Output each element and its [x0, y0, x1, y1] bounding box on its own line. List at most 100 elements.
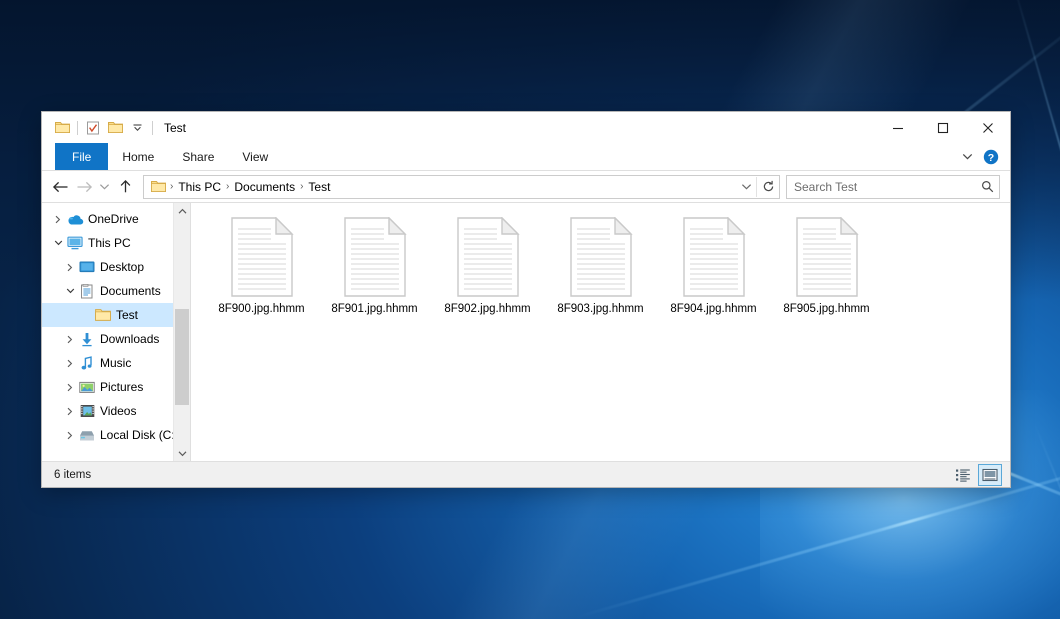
- pictures-icon: [78, 375, 96, 399]
- file-item[interactable]: 8F902.jpg.hhmm: [431, 217, 544, 335]
- breadcrumb-separator[interactable]: ›: [224, 181, 231, 192]
- sidebar-item-downloads[interactable]: Downloads: [42, 327, 190, 351]
- folder-icon[interactable]: [51, 117, 73, 139]
- window-controls: [875, 112, 1010, 143]
- sidebar-item-pictures[interactable]: Pictures: [42, 375, 190, 399]
- file-name-label: 8F903.jpg.hhmm: [557, 303, 643, 315]
- scroll-up-icon[interactable]: [174, 203, 190, 219]
- chevron-right-icon[interactable]: [62, 327, 78, 351]
- maximize-button[interactable]: [920, 112, 965, 143]
- tab-view[interactable]: View: [228, 143, 282, 170]
- file-explorer-window: Test File Home Share View: [42, 112, 1010, 487]
- videos-film-icon: [78, 399, 96, 423]
- sidebar-item-documents[interactable]: Documents: [42, 279, 190, 303]
- sidebar-item-desktop[interactable]: Desktop: [42, 255, 190, 279]
- breadcrumb-item-this-pc[interactable]: This PC: [175, 180, 224, 194]
- status-bar: 6 items: [42, 461, 1010, 487]
- file-item[interactable]: 8F903.jpg.hhmm: [544, 217, 657, 335]
- chevron-right-icon[interactable]: [50, 207, 66, 231]
- desktop-icon: [78, 255, 96, 279]
- sidebar-item-label: Documents: [100, 284, 161, 298]
- scroll-down-icon[interactable]: [174, 445, 190, 461]
- file-list-view[interactable]: 8F900.jpg.hhmm: [191, 203, 1010, 461]
- sidebar-scrollbar[interactable]: [173, 203, 190, 461]
- chevron-down-icon[interactable]: [737, 177, 756, 197]
- forward-arrow-icon[interactable]: [72, 175, 96, 199]
- large-icons-view-button[interactable]: [978, 464, 1002, 486]
- close-button[interactable]: [965, 112, 1010, 143]
- toolbar-divider: [77, 121, 78, 135]
- item-count-label: 6 items: [54, 469, 91, 481]
- search-icon[interactable]: [981, 180, 994, 193]
- quick-access-toolbar: [42, 117, 157, 139]
- sidebar-item-this-pc[interactable]: This PC: [42, 231, 190, 255]
- desktop: Test File Home Share View: [0, 0, 1060, 619]
- file-item[interactable]: 8F904.jpg.hhmm: [657, 217, 770, 335]
- sidebar-item-label: Local Disk (C:): [100, 428, 179, 442]
- sidebar-item-label: Music: [100, 356, 131, 370]
- chevron-right-icon[interactable]: [62, 351, 78, 375]
- generic-document-icon: [456, 217, 520, 297]
- view-mode-buttons: [952, 464, 1002, 486]
- breadcrumb-item-test[interactable]: Test: [305, 180, 333, 194]
- chevron-down-icon[interactable]: [957, 146, 977, 168]
- file-item[interactable]: 8F905.jpg.hhmm: [770, 217, 883, 335]
- address-bar[interactable]: › This PC › Documents › Test: [143, 175, 780, 199]
- breadcrumb-separator[interactable]: ›: [298, 181, 305, 192]
- file-name-label: 8F904.jpg.hhmm: [670, 303, 756, 315]
- folder-icon: [94, 303, 112, 327]
- breadcrumb-item-documents[interactable]: Documents: [231, 180, 298, 194]
- help-icon[interactable]: ?: [980, 146, 1002, 168]
- sidebar-item-videos[interactable]: Videos: [42, 399, 190, 423]
- file-item[interactable]: 8F901.jpg.hhmm: [318, 217, 431, 335]
- chevron-right-icon[interactable]: [62, 255, 78, 279]
- title-bar: Test: [42, 112, 1010, 143]
- properties-icon[interactable]: [82, 117, 104, 139]
- ribbon-right-controls: ?: [957, 143, 1010, 170]
- generic-document-icon: [682, 217, 746, 297]
- file-name-label: 8F900.jpg.hhmm: [218, 303, 304, 315]
- chevron-down-icon[interactable]: [126, 117, 148, 139]
- recent-locations-chevron-icon[interactable]: [96, 175, 113, 199]
- chevron-down-icon[interactable]: [62, 279, 78, 303]
- hard-drive-icon: [78, 423, 96, 447]
- music-note-icon: [78, 351, 96, 375]
- minimize-button[interactable]: [875, 112, 920, 143]
- window-title: Test: [164, 121, 186, 135]
- ribbon-tab-bar: File Home Share View ?: [42, 143, 1010, 171]
- file-name-label: 8F905.jpg.hhmm: [783, 303, 869, 315]
- scrollbar-thumb[interactable]: [175, 309, 189, 405]
- tab-file[interactable]: File: [55, 143, 108, 170]
- this-pc-monitor-icon: [66, 231, 84, 255]
- back-arrow-icon[interactable]: [48, 175, 72, 199]
- search-box[interactable]: Search Test: [786, 175, 1000, 199]
- onedrive-cloud-icon: [66, 207, 84, 231]
- search-input[interactable]: Search Test: [794, 180, 857, 194]
- toolbar-divider: [152, 121, 153, 135]
- tab-share[interactable]: Share: [168, 143, 228, 170]
- svg-text:?: ?: [988, 152, 994, 164]
- generic-document-icon: [569, 217, 633, 297]
- breadcrumb-separator[interactable]: ›: [168, 181, 175, 192]
- generic-document-icon: [343, 217, 407, 297]
- chevron-right-icon[interactable]: [62, 375, 78, 399]
- up-arrow-icon[interactable]: [113, 175, 137, 199]
- sidebar-item-local-disk-c[interactable]: Local Disk (C:): [42, 423, 190, 447]
- file-name-label: 8F902.jpg.hhmm: [444, 303, 530, 315]
- chevron-right-icon[interactable]: [62, 423, 78, 447]
- sidebar-item-music[interactable]: Music: [42, 351, 190, 375]
- sidebar-item-label: Downloads: [100, 332, 159, 346]
- sidebar-item-onedrive[interactable]: OneDrive: [42, 207, 190, 231]
- file-item[interactable]: 8F900.jpg.hhmm: [205, 217, 318, 335]
- details-view-button[interactable]: [952, 465, 974, 485]
- tab-home[interactable]: Home: [108, 143, 168, 170]
- tree-twisty-placeholder: [78, 303, 94, 327]
- file-name-label: 8F901.jpg.hhmm: [331, 303, 417, 315]
- sidebar-item-test[interactable]: Test: [42, 303, 190, 327]
- chevron-right-icon[interactable]: [62, 399, 78, 423]
- sidebar-item-label: Pictures: [100, 380, 143, 394]
- chevron-down-icon[interactable]: [50, 231, 66, 255]
- refresh-icon[interactable]: [756, 177, 779, 197]
- new-folder-icon[interactable]: [104, 117, 126, 139]
- breadcrumb-folder-icon[interactable]: [149, 180, 168, 193]
